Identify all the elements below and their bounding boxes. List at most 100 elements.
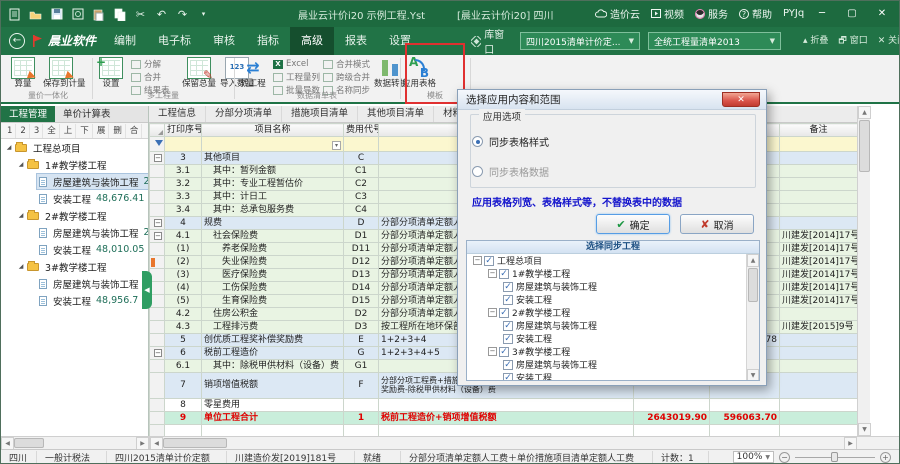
tree-tool-展[interactable]: 展: [94, 124, 110, 138]
cell-fee-code[interactable]: F: [344, 373, 379, 399]
checkbox-checked-icon[interactable]: ✓: [499, 347, 509, 357]
row-indicator[interactable]: −: [150, 152, 165, 165]
collapse-ribbon-button[interactable]: ▴ 折叠: [803, 33, 828, 49]
cell-amount-2[interactable]: 596063.70: [710, 412, 780, 425]
project-tree-item[interactable]: 房屋建筑与装饰工程2,...: [1, 275, 148, 292]
panel-tab-单价计算表[interactable]: 单价计算表: [55, 106, 119, 122]
checkbox-checked-icon[interactable]: ✓: [503, 321, 513, 331]
cell-fee-code[interactable]: C1: [344, 165, 379, 178]
cell-item-name[interactable]: 税前工程造价: [202, 347, 344, 360]
cell-print-no[interactable]: 9: [165, 412, 202, 425]
sync-tree-item[interactable]: ✓房屋建筑与装饰工程: [467, 319, 759, 332]
vertical-scrollbar[interactable]: ▲ ▼: [857, 106, 870, 436]
service-link[interactable]: 服务: [695, 6, 728, 21]
dialog-close-button[interactable]: ✕: [722, 92, 760, 107]
cell-print-no[interactable]: 3.3: [165, 191, 202, 204]
cell-fee-code[interactable]: D12: [344, 256, 379, 269]
open-folder-icon[interactable]: [28, 7, 43, 22]
menu-tab-编制[interactable]: 编制: [103, 27, 147, 55]
cell-print-no[interactable]: 7: [165, 373, 202, 399]
cell-fee-code[interactable]: C3: [344, 191, 379, 204]
checkbox-checked-icon[interactable]: ✓: [503, 334, 513, 344]
cross-level-merge-button[interactable]: 跨级合并: [323, 71, 370, 83]
row-indicator[interactable]: [150, 243, 165, 256]
collapse-icon[interactable]: −: [154, 232, 162, 240]
collapse-icon[interactable]: −: [154, 349, 162, 357]
cell-amount-2[interactable]: [710, 399, 780, 412]
row-indicator[interactable]: [150, 191, 165, 204]
collapse-icon[interactable]: −: [154, 154, 162, 162]
sync-tree-item[interactable]: ✓安装工程: [467, 332, 759, 345]
cell-remark[interactable]: [780, 373, 858, 399]
paste-icon[interactable]: [91, 7, 106, 22]
filter-funnel-icon[interactable]: [155, 140, 163, 146]
cell-item-name[interactable]: 其中：计日工: [202, 191, 344, 204]
cell-item-name[interactable]: 规费: [202, 217, 344, 230]
cell-amount-1[interactable]: [634, 399, 710, 412]
panel-collapse-handle[interactable]: ◀: [142, 271, 152, 309]
library-window-button[interactable]: 库窗口: [471, 26, 512, 56]
row-indicator[interactable]: −: [150, 347, 165, 360]
cell-print-no[interactable]: (4): [165, 282, 202, 295]
cell-item-name[interactable]: 其他项目: [202, 152, 344, 165]
cell-remark[interactable]: [780, 360, 858, 373]
tree-expander-icon[interactable]: ◢: [17, 263, 25, 270]
panel-tab-工程管理[interactable]: 工程管理: [1, 106, 55, 122]
qat-more-icon[interactable]: ▾: [196, 7, 211, 22]
sync-tree-item[interactable]: ✓房屋建筑与装饰工程: [467, 280, 759, 293]
cell-fee-code[interactable]: C: [344, 152, 379, 165]
cell-remark[interactable]: 川建发[2014]17号: [780, 230, 858, 243]
cut-icon[interactable]: ✂: [133, 7, 148, 22]
cell-remark[interactable]: [780, 217, 858, 230]
filter-dropdown-icon[interactable]: ▾: [332, 141, 341, 150]
cancel-button[interactable]: ✘取消: [680, 214, 754, 234]
close-button[interactable]: ✕: [867, 1, 897, 25]
sheet-tab-措施项目清单[interactable]: 措施项目清单: [282, 106, 358, 122]
empty-cell[interactable]: [344, 425, 379, 437]
tree-tool-3[interactable]: 3: [31, 124, 43, 138]
sheet-tab-工程信息[interactable]: 工程信息: [149, 106, 206, 122]
cell-item-name[interactable]: 工伤保险费: [202, 282, 344, 295]
cell-print-no[interactable]: 3.1: [165, 165, 202, 178]
checkbox-checked-icon[interactable]: ✓: [484, 256, 494, 266]
cell-item-name[interactable]: 单位工程合计: [202, 412, 344, 425]
tree-tool-删[interactable]: 删: [110, 124, 126, 138]
project-tree-item[interactable]: ◢3#教学楼工程: [1, 258, 148, 275]
row-indicator[interactable]: −: [150, 217, 165, 230]
empty-cell[interactable]: [710, 425, 780, 437]
cell-print-no[interactable]: (1): [165, 243, 202, 256]
cell-item-name[interactable]: 销项增值税额: [202, 373, 344, 399]
list-standard-dropdown[interactable]: 全统工程量清单2013▼: [648, 32, 781, 50]
project-tree-item[interactable]: ◢工程总项目: [1, 139, 148, 156]
project-tree-item[interactable]: 安装工程48,676.41: [1, 190, 148, 207]
cell-fee-code[interactable]: D1: [344, 230, 379, 243]
empty-cell[interactable]: [634, 425, 710, 437]
cell-print-no[interactable]: 3.2: [165, 178, 202, 191]
tree-tool-下[interactable]: 下: [77, 124, 93, 138]
empty-cell[interactable]: [165, 425, 202, 437]
cell-remark[interactable]: [780, 152, 858, 165]
sync-tree-item[interactable]: −✓3#教学楼工程: [467, 345, 759, 358]
cell-calc-basis[interactable]: [379, 399, 634, 412]
row-indicator[interactable]: [150, 360, 165, 373]
menu-tab-审核[interactable]: 审核: [202, 27, 246, 55]
cell-fee-code[interactable]: G1: [344, 360, 379, 373]
project-tree-item[interactable]: ◢2#教学楼工程: [1, 207, 148, 224]
cell-item-name[interactable]: 其中：总承包服务费: [202, 204, 344, 217]
zoom-in-icon[interactable]: +: [880, 452, 891, 463]
cell-item-name[interactable]: 医疗保险费: [202, 269, 344, 282]
sync-tree-item[interactable]: −✓2#教学楼工程: [467, 306, 759, 319]
sync-tree-item[interactable]: ✓安装工程: [467, 371, 759, 381]
cell-print-no[interactable]: 3: [165, 152, 202, 165]
settings-button[interactable]: +设置: [93, 57, 129, 89]
tree-expander-icon[interactable]: −: [473, 256, 482, 265]
cell-item-name[interactable]: 养老保险费: [202, 243, 344, 256]
cell-print-no[interactable]: (2): [165, 256, 202, 269]
column-header-备注[interactable]: 备注: [780, 124, 858, 137]
cell-fee-code[interactable]: D14: [344, 282, 379, 295]
column-header[interactable]: [150, 124, 165, 137]
cell-fee-code[interactable]: C4: [344, 204, 379, 217]
tree-tool-2[interactable]: 2: [17, 124, 29, 138]
vertical-scroll-thumb[interactable]: [859, 120, 870, 172]
copy-icon[interactable]: [112, 7, 127, 22]
